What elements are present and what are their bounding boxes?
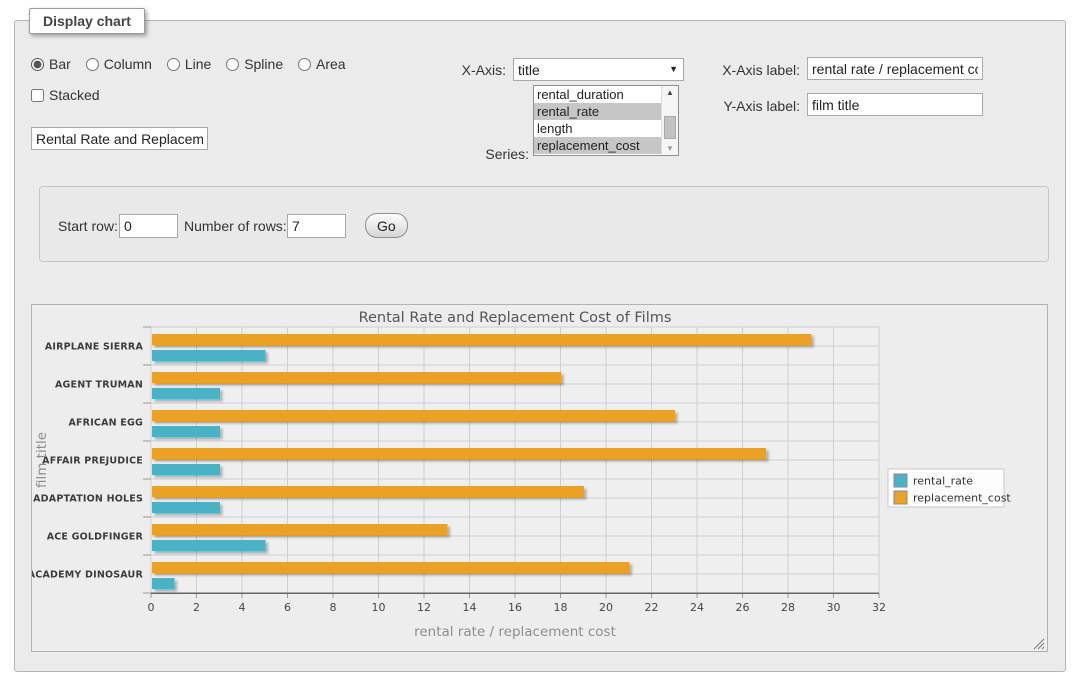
option-text: replacement_cost (537, 138, 640, 153)
svg-text:14: 14 (463, 601, 477, 614)
chart-title-input[interactable] (31, 127, 208, 150)
x-axis-title: rental rate / replacement cost (414, 624, 616, 640)
spline-radio[interactable] (226, 58, 239, 71)
bar-rental_rate (152, 540, 266, 551)
option-text: rental_duration (537, 87, 624, 102)
category-label: AFFAIR PREJUDICE (42, 456, 143, 467)
y-axis-title: film title (34, 432, 50, 488)
scroll-up-icon[interactable]: ▲ (662, 86, 678, 99)
option-text: length (537, 121, 572, 136)
bar-replacement_cost (152, 562, 630, 573)
y-axis-title-label: Y-Axis label: (710, 98, 800, 114)
chart-type-radio-group: Bar Column Line Spline Area (31, 56, 357, 74)
svg-text:replacement_cost: replacement_cost (913, 492, 1011, 505)
svg-text:30: 30 (827, 601, 841, 614)
spline-radio-label: Spline (244, 56, 283, 72)
svg-text:26: 26 (736, 601, 750, 614)
category-label: ACE GOLDFINGER (47, 532, 144, 543)
x-axis-label: X-Axis: (426, 62, 506, 78)
page: Display chart Bar Column Line Spline Are… (0, 0, 1081, 681)
stacked-checkbox[interactable] (31, 89, 44, 102)
series-option-replacement-cost[interactable]: replacement_cost (534, 137, 661, 154)
bar-replacement_cost (152, 448, 766, 459)
svg-text:24: 24 (690, 601, 704, 614)
bar-rental_rate (152, 578, 175, 589)
bar-replacement_cost (152, 524, 448, 535)
bar-replacement_cost (152, 486, 584, 497)
resize-handle-icon[interactable] (1033, 637, 1045, 649)
stacked-checkbox-row[interactable]: Stacked (31, 87, 100, 103)
start-row-input[interactable] (119, 214, 178, 238)
x-tick-labels: 02468101214161820222426283032 (148, 601, 887, 614)
option-text: rental_rate (537, 104, 599, 119)
column-radio-label: Column (104, 56, 152, 72)
chart-title: Rental Rate and Replacement Cost of Film… (359, 310, 672, 326)
series-listbox[interactable]: rental_duration rental_rate length repla… (533, 85, 679, 156)
y-axis-label-input[interactable] (807, 93, 983, 116)
line-radio[interactable] (167, 58, 180, 71)
bar-replacement_cost (152, 334, 812, 345)
category-label: AGENT TRUMAN (55, 380, 143, 391)
bar-replacement_cost (152, 372, 561, 383)
area-radio[interactable] (298, 58, 311, 71)
column-radio[interactable] (86, 58, 99, 71)
area-radio-label: Area (316, 56, 346, 72)
bar-rental_rate (152, 426, 220, 437)
category-label: AIRPLANE SIERRA (45, 342, 144, 353)
svg-text:6: 6 (284, 601, 291, 614)
bar-radio[interactable] (31, 58, 44, 71)
bar-rental_rate (152, 464, 220, 475)
scroll-down-icon[interactable]: ▼ (662, 142, 678, 155)
svg-text:28: 28 (781, 601, 795, 614)
chart-legend: rental_rate replacement_cost (888, 469, 1011, 507)
category-label: ACADEMY DINOSAUR (32, 570, 143, 581)
bar-rental_rate (152, 388, 220, 399)
series-option-length[interactable]: length (534, 120, 661, 137)
x-axis-title-label: X-Axis label: (710, 62, 800, 78)
svg-text:20: 20 (599, 601, 613, 614)
svg-text:16: 16 (508, 601, 522, 614)
x-axis-select-wrap: title ▼ (513, 58, 684, 81)
bar-replacement_cost (152, 410, 675, 421)
stacked-label: Stacked (49, 87, 100, 103)
svg-text:18: 18 (554, 601, 568, 614)
bar-rental_rate (152, 350, 266, 361)
scrollbar-thumb[interactable] (664, 116, 676, 139)
svg-text:32: 32 (872, 601, 886, 614)
svg-text:4: 4 (239, 601, 246, 614)
bar-chart: Rental Rate and Replacement Cost of Film… (32, 305, 1049, 653)
chart-type-spline[interactable]: Spline (226, 56, 283, 72)
row-range-box: Start row: Number of rows: Go (39, 186, 1049, 262)
x-axis-select[interactable]: title (513, 58, 684, 81)
category-label: ADAPTATION HOLES (33, 494, 143, 505)
category-label: AFRICAN EGG (68, 418, 143, 429)
panel-legend: Display chart (29, 8, 145, 34)
svg-text:10: 10 (372, 601, 386, 614)
series-option-rental-duration[interactable]: rental_duration (534, 86, 661, 103)
chart-type-area[interactable]: Area (298, 56, 346, 72)
chart-type-bar[interactable]: Bar (31, 56, 71, 72)
listbox-scrollbar[interactable]: ▲ ▼ (661, 86, 678, 155)
display-chart-panel: Display chart Bar Column Line Spline Are… (14, 20, 1066, 672)
series-options: rental_duration rental_rate length repla… (534, 86, 661, 155)
chart-container: Rental Rate and Replacement Cost of Film… (31, 304, 1048, 652)
chart-type-line[interactable]: Line (167, 56, 211, 72)
chart-type-column[interactable]: Column (86, 56, 152, 72)
go-button[interactable]: Go (365, 213, 408, 238)
num-rows-label: Number of rows: (184, 218, 287, 234)
svg-text:0: 0 (148, 601, 155, 614)
series-label: Series: (449, 146, 529, 162)
bar-rental_rate (152, 502, 220, 513)
series-option-rental-rate[interactable]: rental_rate (534, 103, 661, 120)
svg-text:rental_rate: rental_rate (913, 475, 973, 488)
num-rows-input[interactable] (287, 214, 346, 238)
x-axis-label-input[interactable] (807, 57, 983, 80)
line-radio-label: Line (185, 56, 211, 72)
start-row-label: Start row: (58, 218, 118, 234)
svg-text:22: 22 (645, 601, 659, 614)
svg-text:12: 12 (417, 601, 431, 614)
bar-radio-label: Bar (49, 56, 71, 72)
svg-text:2: 2 (193, 601, 200, 614)
svg-text:8: 8 (330, 601, 337, 614)
